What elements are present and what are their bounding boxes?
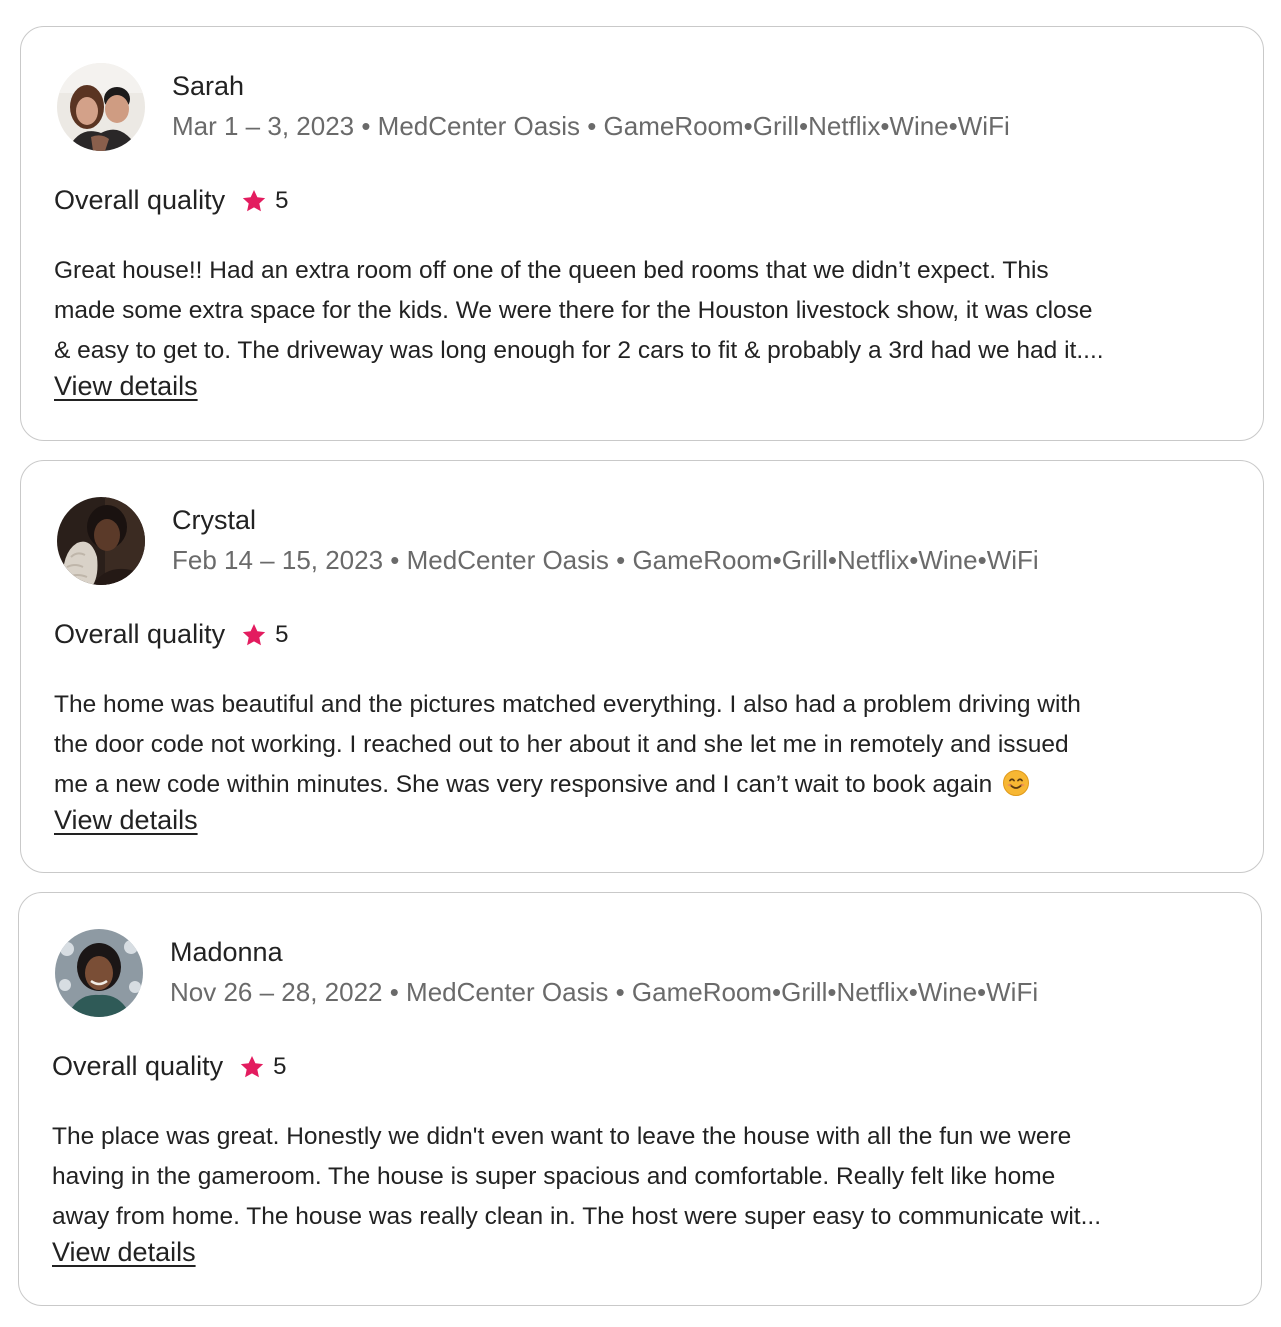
star-icon — [239, 1054, 265, 1080]
star-icon — [241, 188, 267, 214]
review-card: Sarah Mar 1 – 3, 2023 • MedCenter Oasis … — [20, 26, 1264, 441]
stay-meta: Mar 1 – 3, 2023 • MedCenter Oasis • Game… — [172, 111, 1010, 141]
rating-value: 5 — [275, 620, 289, 648]
reviewer-name: Crystal — [172, 505, 257, 535]
review-card: Crystal Feb 14 – 15, 2023 • MedCenter Oa… — [20, 460, 1264, 873]
star-icon — [241, 622, 267, 648]
review-text-line: me a new code within minutes. She was ve… — [54, 765, 1244, 805]
review-text-line: the door code not working. I reached out… — [54, 731, 1069, 758]
rating-label: Overall quality — [54, 619, 226, 649]
stay-meta: Feb 14 – 15, 2023 • MedCenter Oasis • Ga… — [172, 545, 1039, 575]
stay-meta: Nov 26 – 28, 2022 • MedCenter Oasis • Ga… — [170, 977, 1039, 1007]
review-text-line: having in the gameroom. The house is sup… — [52, 1163, 1056, 1190]
view-details-link[interactable]: View details — [54, 371, 198, 402]
woman-photo-avatar — [55, 929, 143, 1017]
review-text-line: Great house!! Had an extra room off one … — [54, 257, 1049, 284]
rating-value: 5 — [273, 1052, 287, 1080]
woman-photo-avatar — [57, 497, 145, 585]
reviewer-avatar[interactable] — [55, 929, 143, 1017]
rating-row: Overall quality 5 — [54, 185, 288, 216]
view-details-link[interactable]: View details — [52, 1237, 196, 1268]
review-text: Great house!! Had an extra room off one … — [54, 251, 1244, 371]
reviewer-name: Sarah — [172, 71, 245, 101]
rating-label: Overall quality — [52, 1051, 224, 1081]
review-text-line: & easy to get to. The driveway was long … — [54, 337, 1104, 364]
review-text-line: The place was great. Honestly we didn't … — [52, 1123, 1072, 1150]
rating-label: Overall quality — [54, 185, 226, 215]
review-text-line: made some extra space for the kids. We w… — [54, 297, 1093, 324]
view-details-link[interactable]: View details — [54, 805, 198, 836]
reviewer-avatar[interactable] — [57, 63, 145, 151]
reviewer-avatar[interactable] — [57, 497, 145, 585]
review-text-line: away from home. The house was really cle… — [52, 1203, 1102, 1230]
review-text: The home was beautiful and the pictures … — [54, 685, 1244, 805]
review-text-line-content: me a new code within minutes. She was ve… — [54, 771, 993, 798]
reviewer-name: Madonna — [170, 937, 283, 967]
review-card: Madonna Nov 26 – 28, 2022 • MedCenter Oa… — [18, 892, 1262, 1306]
review-text: The place was great. Honestly we didn't … — [52, 1117, 1242, 1237]
smiling-face-emoji-icon — [1002, 769, 1030, 797]
rating-value: 5 — [275, 186, 289, 214]
couple-photo-avatar — [57, 63, 145, 151]
rating-row: Overall quality 5 — [52, 1051, 286, 1082]
rating-row: Overall quality 5 — [54, 619, 288, 650]
review-text-line: The home was beautiful and the pictures … — [54, 691, 1081, 718]
